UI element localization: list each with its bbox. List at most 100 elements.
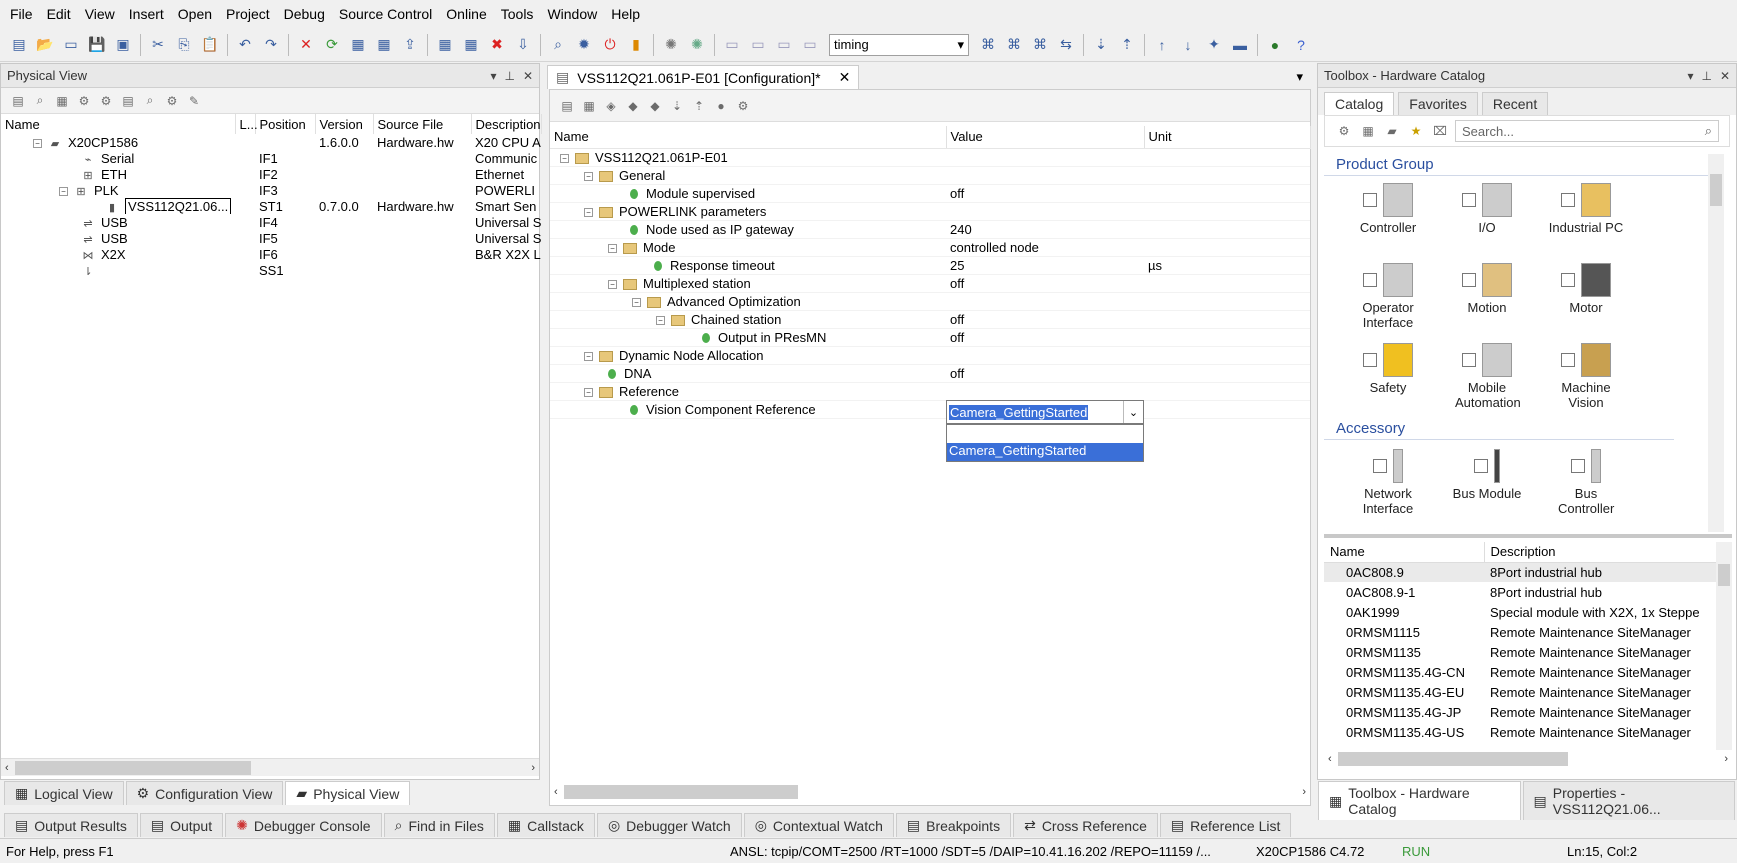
debug-icon[interactable]: ✺ [660, 34, 682, 56]
pin-icon[interactable]: ⊥ [1701, 69, 1711, 83]
table-row-selected[interactable]: ▮ VSS112Q21.06... ST1 0.7.0.0 Hardware.hw… [1, 198, 541, 214]
tab-configuration-view[interactable]: ⚙ Configuration View [125, 781, 284, 805]
tool-icon[interactable]: ◆ [624, 97, 642, 115]
node-name-editing[interactable]: VSS112Q21.06... [125, 198, 232, 214]
value-cell[interactable]: off [946, 184, 1144, 203]
column-header-source-file[interactable]: Source File [373, 114, 472, 134]
value-cell[interactable]: off [946, 364, 1144, 383]
value-cell[interactable] [946, 148, 1144, 167]
table-row[interactable]: ⇂ SS1 [1, 262, 541, 279]
link2-icon[interactable]: ⌘ [1003, 34, 1025, 56]
table-row[interactable]: ⌁ Serial IF1 Communic [1, 150, 541, 167]
collapse-icon[interactable]: − [656, 315, 665, 325]
tool-icon[interactable]: ▦ [53, 92, 71, 110]
scroll-thumb[interactable] [563, 785, 798, 799]
table-row[interactable]: Response timeout 25 µs [550, 256, 1310, 275]
scroll-thumb[interactable] [1710, 174, 1722, 206]
value-cell[interactable] [946, 202, 1144, 221]
dropdown-option-empty[interactable] [947, 425, 1143, 443]
checkbox[interactable] [1462, 353, 1476, 367]
traffic-light-icon[interactable]: ▮ [625, 34, 647, 56]
list-item[interactable]: 0RMSM1135.4G-US Remote Maintenance SiteMa… [1324, 722, 1716, 742]
copy-icon[interactable]: ⎘ [173, 34, 195, 56]
scroll-left-icon[interactable]: ‹ [5, 762, 9, 774]
table-row[interactable]: Module supervised off [550, 184, 1310, 203]
view-icon[interactable]: ▦ [1359, 122, 1377, 140]
cut-icon[interactable]: ✂ [147, 34, 169, 56]
horizontal-scrollbar[interactable]: ‹ › [1, 758, 539, 776]
value-cell[interactable] [946, 346, 1144, 365]
bookmark-clear-icon[interactable]: ▬ [1229, 34, 1251, 56]
download-icon[interactable]: ⇩ [512, 34, 534, 56]
catalog-item-machine-vision[interactable]: Machine Vision [1536, 340, 1636, 410]
chevron-down-icon[interactable]: ⌄ [1123, 401, 1143, 423]
table-row[interactable]: Output in PResMN off [550, 328, 1310, 347]
checkbox[interactable] [1363, 193, 1377, 207]
tab-breakpoints[interactable]: ▤ Breakpoints [895, 813, 1012, 837]
column-header-position[interactable]: Position [255, 114, 316, 134]
rebuild-icon[interactable]: ▦ [373, 34, 395, 56]
list-item[interactable]: 0RMSM1135.4G-EU Remote Maintenance SiteMa… [1324, 682, 1716, 702]
scroll-left-icon[interactable]: ‹ [554, 786, 558, 798]
list-item[interactable]: 0AC808.9 8Port industrial hub [1324, 562, 1716, 582]
tab-reference-list[interactable]: ▤ Reference List [1159, 813, 1292, 837]
column-header-version[interactable]: Version [315, 114, 374, 134]
table-row[interactable]: − Advanced Optimization [550, 292, 1310, 311]
horizontal-scrollbar[interactable]: ‹ › [1324, 750, 1732, 768]
delete-icon[interactable]: ✕ [295, 34, 317, 56]
table-row[interactable]: DNA off [550, 364, 1310, 383]
collapse-icon[interactable]: − [584, 207, 593, 217]
tool-icon[interactable]: ◆ [646, 97, 664, 115]
list-item[interactable]: 0AC808.9-1 8Port industrial hub [1324, 582, 1716, 602]
warm-restart-icon[interactable]: ✹ [573, 34, 595, 56]
catalog-item-controller[interactable]: Controller [1338, 180, 1438, 235]
tab-toolbox-hardware-catalog[interactable]: ▦ Toolbox - Hardware Catalog [1318, 781, 1521, 820]
table-row[interactable]: − POWERLINK parameters [550, 202, 1310, 221]
table-row[interactable]: − ▰ X20CP1586 1.6.0.0 Hardware.hw X20 CPU … [1, 134, 541, 150]
checkbox[interactable] [1462, 273, 1476, 287]
catalog-item-network-interface[interactable]: Network Interface [1338, 446, 1438, 516]
value-cell[interactable]: off [946, 328, 1144, 347]
list-scrollbar[interactable] [1716, 542, 1732, 750]
list-item[interactable]: 0RMSM1135.4G-JP Remote Maintenance SiteMa… [1324, 702, 1716, 722]
table-row[interactable]: − Dynamic Node Allocation [550, 346, 1310, 365]
build-icon[interactable]: ▦ [347, 34, 369, 56]
calendar-icon[interactable]: ▦ [460, 34, 482, 56]
close-icon[interactable]: ✕ [839, 69, 851, 86]
dropdown-icon[interactable]: ▾ [490, 69, 496, 83]
favorite-icon[interactable]: ★ [1407, 122, 1425, 140]
bookmark-icon[interactable]: ✦ [1203, 34, 1225, 56]
pencil-icon[interactable]: ✎ [185, 92, 203, 110]
table-row[interactable]: − Multiplexed station off [550, 274, 1310, 293]
comment2-icon[interactable]: ▭ [773, 34, 795, 56]
collapse-icon[interactable]: − [33, 138, 42, 148]
circle-icon[interactable]: ● [712, 97, 730, 115]
window-icon[interactable]: ▭ [721, 34, 743, 56]
search-box[interactable]: Search... ⌕ [1455, 120, 1719, 142]
value-cell[interactable]: off [946, 310, 1144, 329]
configuration-combo[interactable]: timing ▾ [829, 33, 969, 56]
refresh-icon[interactable]: ⟳ [321, 34, 343, 56]
link-icon[interactable]: ⌘ [977, 34, 999, 56]
collapse-icon[interactable]: − [584, 387, 593, 397]
catalog-item-mobile-automation[interactable]: Mobile Automation [1437, 340, 1537, 410]
sort-down-icon[interactable]: ⇣ [1090, 34, 1112, 56]
collapse-icon[interactable]: − [59, 186, 68, 196]
tab-favorites[interactable]: Favorites [1398, 92, 1478, 115]
pin-icon[interactable]: ⊥ [504, 69, 514, 83]
checkbox[interactable] [1363, 353, 1377, 367]
column-header-value[interactable]: Value [946, 126, 1145, 149]
scroll-right-icon[interactable]: › [1724, 753, 1728, 765]
table-row[interactable]: − ⊞ PLK IF3 POWERLI [1, 182, 541, 198]
tab-cross-reference[interactable]: ⇄ Cross Reference [1013, 813, 1158, 837]
table-row[interactable]: ⇌ USB IF4 Universal S [1, 214, 541, 231]
scroll-left-icon[interactable]: ‹ [1328, 753, 1332, 765]
dropdown-icon[interactable]: ▾ [1687, 69, 1693, 83]
list-item[interactable]: 0RMSM1115 Remote Maintenance SiteManager [1324, 622, 1716, 642]
close-icon[interactable]: ✕ [1720, 69, 1730, 83]
help-icon[interactable]: ? [1290, 34, 1312, 56]
collapse-icon[interactable]: − [608, 279, 617, 289]
sort-up-icon[interactable]: ⇡ [1116, 34, 1138, 56]
arrow-down-icon[interactable]: ↓ [1177, 34, 1199, 56]
table-row[interactable]: − General [550, 166, 1310, 185]
